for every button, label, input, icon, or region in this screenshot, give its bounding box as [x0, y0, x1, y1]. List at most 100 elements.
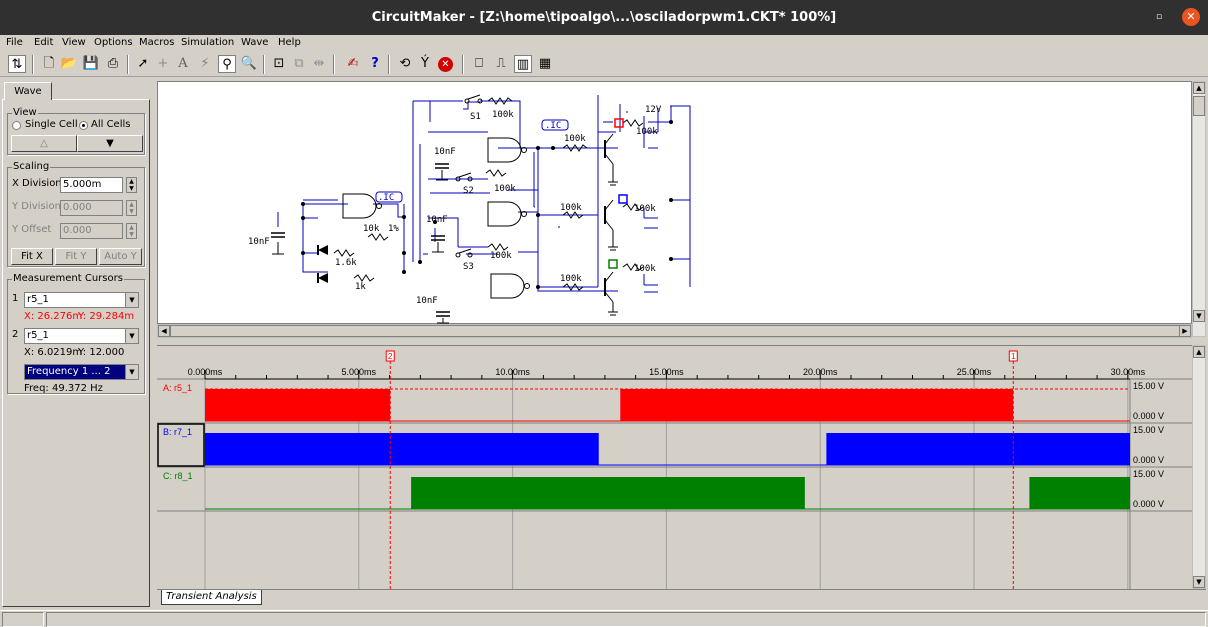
cursor1-x-readout: X: 26.276m — [24, 311, 83, 322]
measurement-type-value: Frequency 1 ... 2 — [27, 366, 111, 377]
menu-file[interactable]: File — [6, 37, 23, 48]
y-division-input[interactable]: 0.000 — [60, 200, 123, 216]
label-r10: 100k — [560, 274, 582, 284]
cursor-handle-label: 1 — [1011, 352, 1016, 361]
label-s3: S3 — [463, 262, 474, 272]
scroll-left-icon[interactable]: ◀ — [158, 325, 170, 337]
bar-chart-icon[interactable]: ▥ — [514, 55, 532, 73]
scroll-down-icon[interactable]: ▼ — [1193, 310, 1205, 322]
text-tool-icon[interactable]: A — [174, 55, 192, 73]
x-division-input[interactable]: 5.000m — [60, 177, 123, 193]
cursor2-signal-select[interactable]: r5_1 ▼ — [24, 328, 139, 344]
schematic-vertical-scrollbar[interactable]: ▲ ▼ — [1192, 81, 1206, 337]
fit-x-button[interactable]: Fit X — [11, 248, 53, 265]
digital-waveform-icon[interactable]: ⎍ — [492, 55, 510, 73]
menu-macros[interactable]: Macros — [139, 37, 174, 48]
menu-wave[interactable]: Wave — [241, 37, 268, 48]
toolbar-separator — [32, 55, 34, 74]
label-vcc: 12V — [645, 105, 662, 115]
measurement-type-select[interactable]: Frequency 1 ... 2 ▼ — [24, 364, 139, 380]
open-icon[interactable]: 📂 — [60, 55, 78, 73]
search-tool-icon[interactable]: 🔍 — [240, 55, 258, 73]
y-offset-input[interactable]: 0.000 — [60, 223, 123, 239]
analog-display-icon[interactable]: ⎕ — [470, 55, 488, 73]
fit-y-button[interactable]: Fit Y — [55, 248, 97, 265]
cursor2-x-readout: X: 6.0219m — [24, 347, 83, 358]
scroll-up-icon[interactable]: ▲ — [1193, 82, 1205, 94]
label-c1: 10nF — [434, 147, 456, 157]
cursor-handle-label: 2 — [388, 352, 393, 361]
scroll-up-icon[interactable]: ▲ — [1193, 346, 1205, 358]
label-pot-tol: 1% — [388, 224, 399, 234]
chevron-down-icon[interactable]: ▼ — [125, 365, 138, 379]
menu-help[interactable]: Help — [278, 37, 301, 48]
scroll-thumb[interactable] — [170, 325, 1180, 337]
window-title: CircuitMaker - [Z:\home\tipoalgo\...\osc… — [371, 10, 837, 25]
cell-down-button[interactable]: ▼ — [77, 135, 143, 152]
stop-icon[interactable]: ✕ — [438, 57, 453, 72]
save-icon[interactable]: 💾 — [82, 55, 100, 73]
flip-icon[interactable]: ⇹ — [310, 55, 328, 73]
help-icon[interactable]: ? — [366, 55, 384, 73]
schematic-canvas[interactable]: S1 100k .IC 100k 12V 100k 10nF S2 100k 1… — [157, 81, 1192, 324]
rotate-icon[interactable]: ⟲ — [396, 55, 414, 73]
tab-transient-analysis[interactable]: Transient Analysis — [161, 590, 262, 605]
y-offset-spinner[interactable]: ▲ ▼ — [126, 223, 137, 239]
pin-icon[interactable]: Ý — [416, 55, 434, 73]
wire-tool-icon[interactable]: + — [154, 55, 172, 73]
waveform-viewer[interactable]: 0.000ms 5.000ms 10.00ms 15.00ms 20.00ms 25.00… — [157, 345, 1192, 590]
trace-high-pulse — [620, 389, 1014, 421]
cursor1-y-readout: Y: 29.284m — [78, 311, 135, 322]
status-bar — [0, 610, 1208, 627]
print-icon[interactable]: ⎙ — [104, 55, 122, 73]
arrow-tool-icon[interactable]: ➚ — [134, 55, 152, 73]
wave-options-icon[interactable]: ▦ — [536, 55, 554, 73]
scroll-thumb[interactable] — [1193, 96, 1205, 116]
x-tick-label: 25.00ms — [957, 367, 992, 377]
scroll-right-icon[interactable]: ▶ — [1179, 325, 1191, 337]
frequency-readout: Freq: 49.372 Hz — [24, 383, 103, 394]
trace-min-value: 0.000 V — [1133, 411, 1164, 421]
chevron-down-icon[interactable]: ▼ — [125, 329, 138, 343]
menu-options[interactable]: Options — [94, 37, 133, 48]
trace-high-pulse — [205, 433, 599, 465]
toolbar-separator — [127, 55, 129, 74]
single-cell-radio[interactable] — [12, 121, 21, 130]
cursor1-signal-select[interactable]: r5_1 ▼ — [24, 292, 139, 308]
wire-mode-icon[interactable]: ⇅ — [8, 55, 26, 73]
zoom-tool-icon[interactable]: ⚲ — [218, 55, 236, 73]
label-r2: 100k — [564, 134, 586, 144]
menu-view[interactable]: View — [62, 37, 86, 48]
y-division-spinner[interactable]: ▲ ▼ — [126, 200, 137, 216]
label-ic2: .IC — [378, 193, 394, 203]
label-c3: 10nF — [248, 237, 270, 247]
chevron-down-icon[interactable]: ▼ — [125, 293, 138, 307]
view-group-title: View — [12, 107, 38, 118]
menu-edit[interactable]: Edit — [34, 37, 53, 48]
menu-simulation[interactable]: Simulation — [181, 37, 234, 48]
digital-sim-icon[interactable]: ✍ — [344, 55, 362, 73]
x-division-spinner[interactable]: ▲ ▼ — [126, 177, 137, 193]
waveform-vertical-scrollbar[interactable]: ▲ ▼ — [1192, 345, 1206, 589]
trace-max-value: 15.00 V — [1133, 381, 1164, 391]
cursor2-signal-value: r5_1 — [27, 330, 49, 341]
cursor1-signal-value: r5_1 — [27, 294, 49, 305]
scaling-group: Scaling X Division 5.000m ▲ ▼ Y Division … — [7, 161, 145, 267]
close-icon[interactable]: ✕ — [1182, 8, 1200, 26]
zoom-fit-icon[interactable]: ⊡ — [270, 55, 288, 73]
schematic-horizontal-scrollbar[interactable]: ◀ ▶ — [157, 324, 1192, 338]
restore-icon[interactable]: ▫ — [1154, 12, 1164, 22]
all-cells-radio[interactable] — [79, 121, 88, 130]
status-pane-1 — [2, 612, 44, 627]
nand-gate-3 — [490, 273, 525, 299]
probe-tool-icon[interactable]: ⚡ — [196, 55, 214, 73]
auto-y-button[interactable]: Auto Y — [99, 248, 142, 265]
tab-wave[interactable]: Wave — [4, 82, 52, 100]
scroll-down-icon[interactable]: ▼ — [1193, 576, 1205, 588]
cell-up-button[interactable]: △ — [11, 135, 77, 152]
new-icon[interactable]: 🗋 — [40, 55, 58, 73]
zoom-area-icon[interactable]: ⧉ — [290, 55, 308, 73]
x-division-label: X Division — [12, 178, 62, 189]
label-r11: 100k — [634, 264, 656, 274]
trace-label-column — [157, 379, 205, 590]
